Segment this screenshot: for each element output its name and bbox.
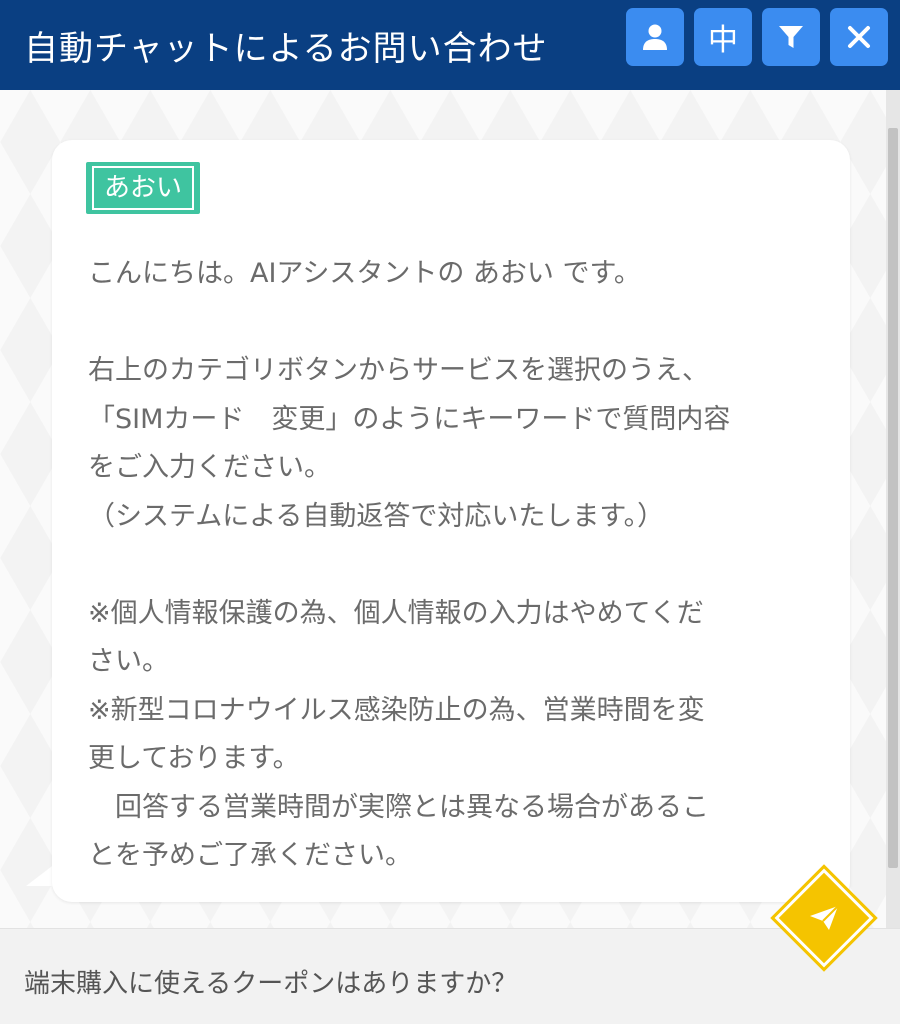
message-line: こんにちは。AIアシスタントの あおい です。 xyxy=(88,258,641,289)
paper-plane-icon xyxy=(810,905,839,930)
chat-title: 自動チャットによるお問い合わせ xyxy=(24,28,548,69)
input-bar xyxy=(0,928,900,1024)
user-button[interactable] xyxy=(626,8,684,66)
message-line: 右上のカテゴリボタンからサービスを選択のうえ、 xyxy=(88,355,709,386)
message-line xyxy=(88,541,828,590)
message-line: とを予めご了承ください。 xyxy=(88,840,412,871)
message-text: こんにちは。AIアシスタントの あおい です。 右上のカテゴリボタンからサービス… xyxy=(88,250,828,881)
chat-header: 自動チャットによるお問い合わせ 中 xyxy=(0,0,900,90)
bot-message-bubble: あおい こんにちは。AIアシスタントの あおい です。 右上のカテゴリボタンから… xyxy=(52,140,850,902)
close-button[interactable] xyxy=(830,8,888,66)
sender-name: あおい xyxy=(92,166,195,210)
close-icon xyxy=(848,26,870,48)
message-line: ※新型コロナウイルス感染防止の為、営業時間を変 xyxy=(88,694,705,726)
sender-badge: あおい xyxy=(86,162,201,214)
header-buttons: 中 xyxy=(626,8,888,66)
chat-log[interactable]: あおい こんにちは。AIアシスタントの あおい です。 右上のカテゴリボタンから… xyxy=(0,90,900,928)
language-label: 中 xyxy=(708,23,738,58)
message-line: ※個人情報保護の為、個人情報の入力はやめてくだ xyxy=(88,597,704,629)
message-line: 回答する営業時間が実際とは異なる場合があるこ xyxy=(88,791,709,823)
message-line: さい。 xyxy=(88,646,169,677)
message-line: （システムによる自動返答で対応いたします。） xyxy=(88,500,665,532)
message-line xyxy=(88,299,828,348)
scrollbar-thumb[interactable] xyxy=(888,128,898,868)
send-button[interactable] xyxy=(770,864,878,972)
message-line: をご入力ください。 xyxy=(88,452,331,483)
user-icon xyxy=(643,24,667,50)
filter-icon xyxy=(779,26,803,48)
message-line: 「SIMカード 変更」のようにキーワードで質問内容 xyxy=(88,403,731,435)
message-line: 更しております。 xyxy=(88,743,300,774)
message-input[interactable] xyxy=(24,951,744,1011)
filter-button[interactable] xyxy=(762,8,820,66)
language-button[interactable]: 中 xyxy=(694,8,752,66)
scrollbar[interactable] xyxy=(886,90,900,928)
